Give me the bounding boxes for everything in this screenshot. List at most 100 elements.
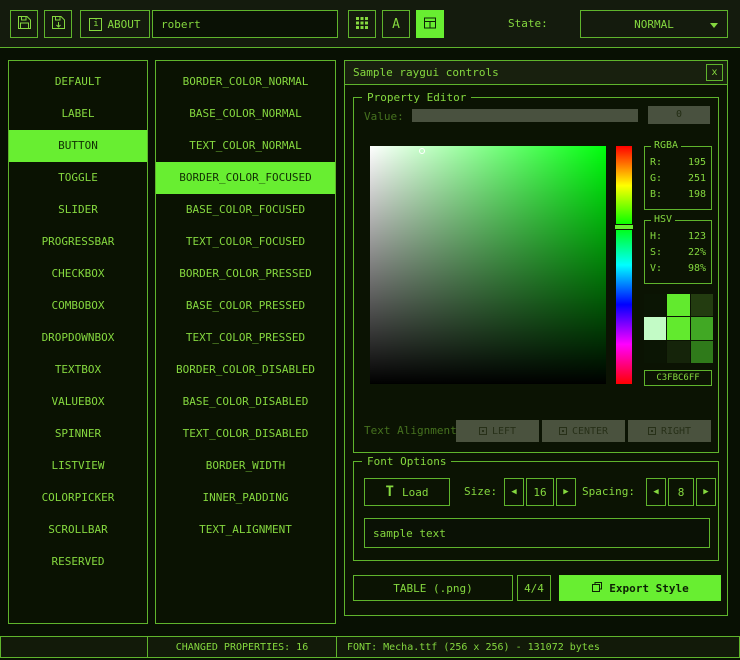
- size-increment-button[interactable]: ▶: [556, 478, 576, 506]
- controls-list-item[interactable]: RESERVED: [9, 546, 147, 578]
- about-button[interactable]: ABOUT: [80, 10, 150, 38]
- state-dropdown[interactable]: NORMAL: [580, 10, 728, 38]
- hsv-panel-title: HSV: [651, 214, 675, 226]
- controls-list-item[interactable]: CHECKBOX: [9, 258, 147, 290]
- font-options-title: Font Options: [362, 455, 451, 468]
- properties-list-item[interactable]: BASE_COLOR_PRESSED: [156, 290, 335, 322]
- style-color-swatch[interactable]: [667, 317, 689, 339]
- export-format-button[interactable]: TABLE (.png): [353, 575, 513, 601]
- hex-color-textbox[interactable]: C3FBC6FF: [644, 370, 712, 386]
- controls-list-item[interactable]: VALUEBOX: [9, 386, 147, 418]
- controls-list-item[interactable]: LABEL: [9, 98, 147, 130]
- size-decrement-button[interactable]: ◀: [504, 478, 524, 506]
- style-color-swatch[interactable]: [644, 341, 666, 363]
- text-alignment-label: Text Alignment: [364, 424, 457, 437]
- text-align-icon: [559, 427, 567, 435]
- hsv-row-v: V:98%: [650, 261, 706, 277]
- spacing-increment-button[interactable]: ▶: [696, 478, 716, 506]
- properties-list-item[interactable]: TEXT_COLOR_PRESSED: [156, 322, 335, 354]
- color-saturation-value-panel[interactable]: [370, 146, 606, 384]
- window-titlebar[interactable]: Sample raygui controls x: [345, 61, 727, 85]
- left-arrow-icon: ◀: [653, 487, 658, 497]
- font-load-button[interactable]: T Load: [364, 478, 450, 506]
- controls-list-item[interactable]: SLIDER: [9, 194, 147, 226]
- properties-list-item[interactable]: BASE_COLOR_NORMAL: [156, 98, 335, 130]
- controls-list-item[interactable]: DROPDOWNBOX: [9, 322, 147, 354]
- controls-list-item[interactable]: DEFAULT: [9, 66, 147, 98]
- style-table-view-button[interactable]: [416, 10, 444, 38]
- style-color-swatch[interactable]: [691, 341, 713, 363]
- value-slider[interactable]: [412, 109, 638, 122]
- text-alignment-button[interactable]: LEFT: [456, 420, 539, 442]
- controls-list-item[interactable]: SPINNER: [9, 418, 147, 450]
- properties-list-item[interactable]: BASE_COLOR_DISABLED: [156, 386, 335, 418]
- window-content: Property Editor Value: 0 RGBA R:195 G:25…: [345, 85, 727, 615]
- sample-text-input[interactable]: [364, 518, 710, 548]
- properties-list-item[interactable]: TEXT_COLOR_FOCUSED: [156, 226, 335, 258]
- export-style-button[interactable]: Export Style: [559, 575, 721, 601]
- properties-list-item[interactable]: BORDER_COLOR_DISABLED: [156, 354, 335, 386]
- property-editor-groupbox: Property Editor Value: 0 RGBA R:195 G:25…: [353, 97, 719, 453]
- properties-list-item[interactable]: BORDER_COLOR_PRESSED: [156, 258, 335, 290]
- properties-list-item[interactable]: TEXT_ALIGNMENT: [156, 514, 335, 546]
- rgba-row-g: G:251: [650, 171, 706, 187]
- style-name-input[interactable]: [152, 10, 338, 38]
- controls-list-item[interactable]: TEXTBOX: [9, 354, 147, 386]
- style-color-swatch[interactable]: [644, 294, 666, 316]
- properties-list-item[interactable]: BASE_COLOR_FOCUSED: [156, 194, 335, 226]
- color-picker-cursor[interactable]: [419, 148, 425, 154]
- controls-list-item[interactable]: LISTVIEW: [9, 450, 147, 482]
- font-T-icon: T: [386, 484, 394, 500]
- floppy-icon: [17, 15, 32, 33]
- properties-list-item[interactable]: BORDER_COLOR_FOCUSED: [156, 162, 335, 194]
- chevron-down-icon: [710, 23, 718, 28]
- text-alignment-button[interactable]: RIGHT: [628, 420, 711, 442]
- style-color-swatch[interactable]: [667, 294, 689, 316]
- save-style-as-button[interactable]: [44, 10, 72, 38]
- close-icon: x: [711, 67, 717, 78]
- properties-list-item[interactable]: BORDER_WIDTH: [156, 450, 335, 482]
- state-label: State:: [508, 17, 548, 30]
- export-style-label: Export Style: [609, 582, 688, 595]
- properties-list-item[interactable]: TEXT_COLOR_NORMAL: [156, 130, 335, 162]
- controls-list-item[interactable]: SCROLLBAR: [9, 514, 147, 546]
- sample-controls-window: Sample raygui controls x Property Editor…: [344, 60, 728, 616]
- size-value-box[interactable]: 16: [526, 478, 554, 506]
- font-load-label: Load: [402, 486, 429, 499]
- controls-list-item[interactable]: PROGRESSBAR: [9, 226, 147, 258]
- save-style-button[interactable]: [10, 10, 38, 38]
- properties-list-item[interactable]: INNER_PADDING: [156, 482, 335, 514]
- style-color-swatches: [644, 294, 713, 363]
- controls-list-item[interactable]: BUTTON: [9, 130, 147, 162]
- style-color-swatch[interactable]: [667, 341, 689, 363]
- left-arrow-icon: ◀: [511, 487, 516, 497]
- controls-list-item[interactable]: COMBOBOX: [9, 290, 147, 322]
- controls-list-item[interactable]: COLORPICKER: [9, 482, 147, 514]
- style-color-swatch[interactable]: [691, 294, 713, 316]
- properties-list-item[interactable]: TEXT_COLOR_DISABLED: [156, 418, 335, 450]
- rgba-row-b: B:198: [650, 187, 706, 203]
- statusbar-empty-cell: [0, 636, 148, 658]
- right-arrow-icon: ▶: [703, 487, 708, 497]
- export-icon: [591, 581, 603, 596]
- state-dropdown-value: NORMAL: [634, 18, 674, 31]
- spacing-decrement-button[interactable]: ◀: [646, 478, 666, 506]
- text-alignment-button[interactable]: CENTER: [542, 420, 625, 442]
- grid-view-button[interactable]: [348, 10, 376, 38]
- controls-list-item[interactable]: TOGGLE: [9, 162, 147, 194]
- floppy-export-icon: [51, 15, 66, 33]
- spacing-value-box[interactable]: 8: [668, 478, 694, 506]
- hsv-row-s: S:22%: [650, 245, 706, 261]
- font-view-button[interactable]: A: [382, 10, 410, 38]
- properties-list-item[interactable]: BORDER_COLOR_NORMAL: [156, 66, 335, 98]
- window-title: Sample raygui controls: [353, 66, 499, 79]
- rgba-panel: RGBA R:195 G:251 B:198: [644, 146, 712, 210]
- statusbar-font-info: FONT: Mecha.ttf (256 x 256) - 131072 byt…: [336, 636, 740, 658]
- hue-slider[interactable]: [616, 146, 632, 384]
- table-pages-value[interactable]: 4/4: [517, 575, 551, 601]
- hue-slider-handle[interactable]: [614, 224, 634, 230]
- style-color-swatch[interactable]: [691, 317, 713, 339]
- style-color-swatch[interactable]: [644, 317, 666, 339]
- close-button[interactable]: x: [706, 64, 723, 81]
- value-box[interactable]: 0: [648, 106, 710, 124]
